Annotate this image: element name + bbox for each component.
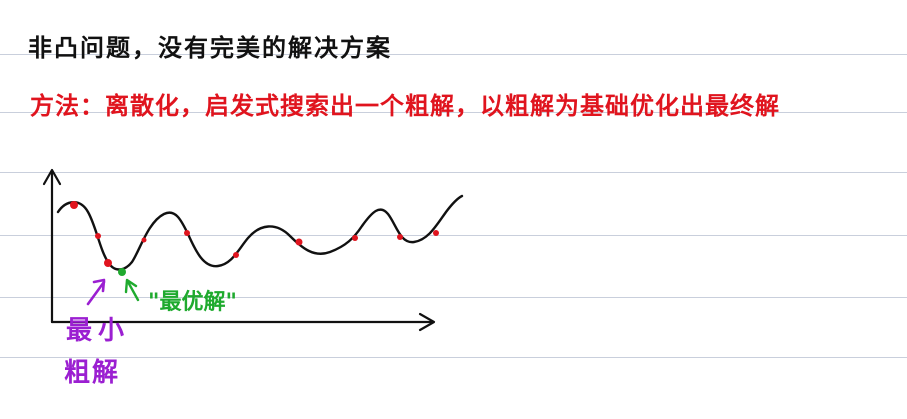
optimal-point <box>118 268 126 276</box>
min-rough-solution-label: 最小 <box>66 316 131 346</box>
sample-point <box>70 201 78 209</box>
sample-point <box>184 230 190 236</box>
sample-point <box>95 233 101 239</box>
arrow-up-right-icon <box>86 278 106 306</box>
arrow-up-left-icon <box>124 278 140 302</box>
min-rough-solution-label: 粗解 <box>64 358 121 388</box>
sample-point <box>141 237 147 243</box>
sample-point <box>233 252 239 258</box>
sample-point <box>295 238 303 246</box>
sample-point <box>397 234 403 240</box>
objective-curve-sketch <box>42 168 464 332</box>
sample-point <box>433 230 439 236</box>
sample-point <box>104 259 112 267</box>
sample-point <box>352 235 358 241</box>
optimal-solution-label: "最优解" <box>148 290 237 315</box>
notes-page: 非凸问题，没有完美的解决方案 方法：离散化，启发式搜索出一个粗解，以粗解为基础优… <box>0 0 907 419</box>
objective-curve <box>56 194 464 271</box>
